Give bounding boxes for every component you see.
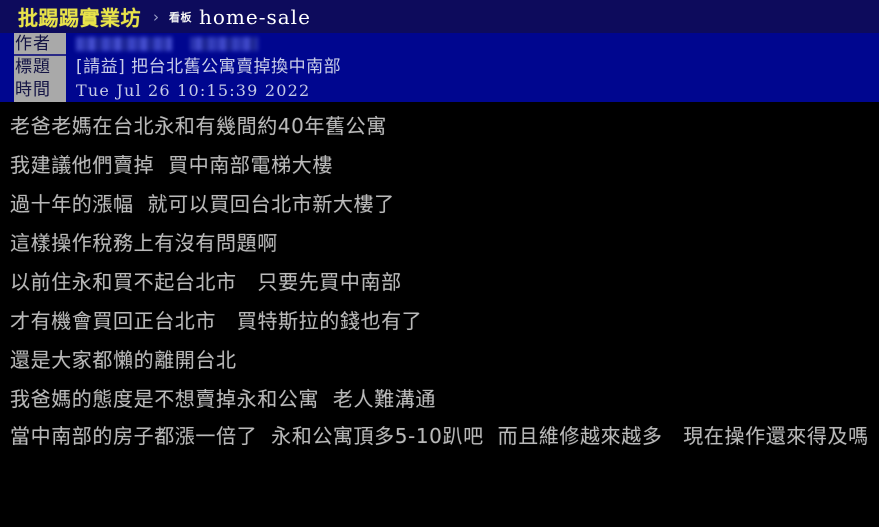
meta-value-author bbox=[66, 33, 276, 56]
board-name-link[interactable]: home-sale bbox=[199, 5, 311, 29]
board-label: 看板 bbox=[169, 10, 192, 24]
article-paragraph: 還是大家都懶的離開台北 bbox=[10, 348, 237, 372]
site-name-link[interactable]: 批踢踢實業坊 bbox=[18, 2, 141, 31]
article-paragraph: 這樣操作稅務上有沒有問題啊 bbox=[10, 231, 278, 255]
meta-rows: 作者 標題 [請益] 把台北舊公寓賣掉換中南部 時間 Tue Jul 26 10… bbox=[14, 33, 834, 102]
article-paragraph: 過十年的漲幅 就可以買回台北市新大樓了 bbox=[10, 192, 395, 216]
article-paragraph: 才有機會買回正台北市 買特斯拉的錢也有了 bbox=[10, 309, 423, 333]
article-paragraph: 我建議他們賣掉 買中南部電梯大樓 bbox=[10, 153, 333, 177]
article-meta-block: 作者 標題 [請益] 把台北舊公寓賣掉換中南部 時間 Tue Jul 26 10… bbox=[0, 33, 879, 102]
article-paragraph: 當中南部的房子都漲一倍了 永和公寓頂多5-10趴吧 而且維修越來越多 現在操作還… bbox=[10, 424, 869, 448]
meta-row-author: 作者 bbox=[14, 33, 834, 56]
ptt-post-screen: 批踢踢實業坊 › 看板 home-sale 作者 標題 [請益] 把台北舊公寓賣… bbox=[0, 0, 879, 527]
article-paragraph: 我爸媽的態度是不想賣掉永和公寓 老人難溝通 bbox=[10, 387, 436, 411]
meta-row-title: 標題 [請益] 把台北舊公寓賣掉換中南部 bbox=[14, 56, 834, 79]
article-paragraph: 老爸老媽在台北永和有幾間約40年舊公寓 bbox=[10, 114, 387, 138]
article-paragraph: 以前住永和買不起台北市 只要先買中南部 bbox=[10, 270, 402, 294]
censored-author-nickname bbox=[190, 37, 258, 51]
meta-label-title: 標題 bbox=[14, 56, 66, 79]
censored-author-id bbox=[76, 37, 172, 51]
breadcrumb-separator-icon: › bbox=[153, 7, 159, 26]
meta-row-time: 時間 Tue Jul 26 10:15:39 2022 bbox=[14, 79, 834, 102]
article-body: 老爸老媽在台北永和有幾間約40年舊公寓 我建議他們賣掉 買中南部電梯大樓 過十年… bbox=[10, 107, 875, 453]
top-navigation-bar: 批踢踢實業坊 › 看板 home-sale bbox=[0, 0, 879, 33]
article-title: [請益] 把台北舊公寓賣掉換中南部 bbox=[76, 57, 342, 77]
meta-label-time: 時間 bbox=[14, 79, 66, 102]
meta-label-author: 作者 bbox=[14, 33, 66, 56]
article-timestamp: Tue Jul 26 10:15:39 2022 bbox=[76, 81, 311, 100]
